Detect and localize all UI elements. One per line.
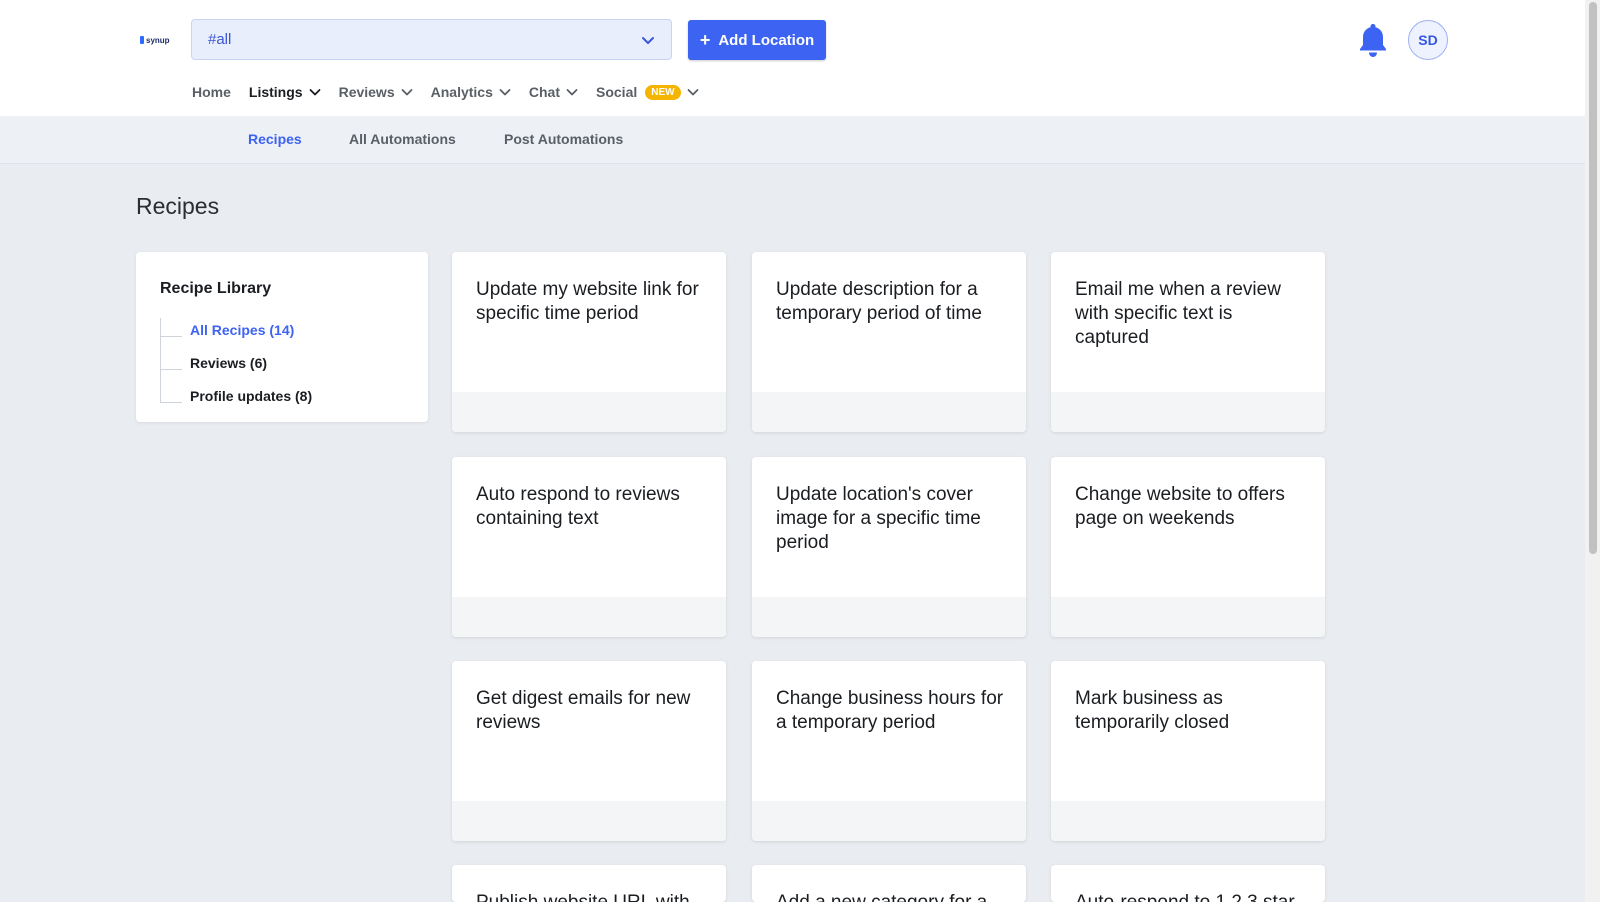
library-item-reviews[interactable]: Reviews (6) xyxy=(190,355,267,371)
chevron-down-icon xyxy=(309,89,320,96)
library-tree-branch xyxy=(160,369,182,370)
recipe-card-title: Auto-respond to 1,2,3 star xyxy=(1075,891,1307,902)
page-scrollbar[interactable] xyxy=(1585,0,1600,902)
chevron-down-icon xyxy=(687,89,698,96)
recipe-card-footer xyxy=(452,801,726,841)
library-tree-line xyxy=(160,318,161,402)
location-select[interactable]: #all xyxy=(191,19,672,60)
recipe-card-title: Change business hours for a temporary pe… xyxy=(776,688,1004,733)
new-badge: NEW xyxy=(645,84,681,100)
nav-analytics[interactable]: Analytics xyxy=(431,84,511,100)
recipe-card-title: Add a new category for a xyxy=(776,891,1008,902)
recipe-card-footer xyxy=(1051,597,1325,637)
notification-bell-icon[interactable] xyxy=(1358,22,1388,58)
recipe-card-footer xyxy=(752,392,1026,432)
nav-listings[interactable]: Listings xyxy=(249,84,321,100)
recipe-card-title: Change website to offers page on weekend… xyxy=(1075,484,1285,529)
recipe-library-panel: Recipe Library All Recipes (14) Reviews … xyxy=(136,252,428,422)
recipe-card[interactable]: Auto respond to reviews containing text xyxy=(452,457,726,637)
nav-social[interactable]: Social NEW xyxy=(596,84,699,100)
library-item-profile-updates[interactable]: Profile updates (8) xyxy=(190,388,312,404)
chevron-down-icon xyxy=(642,36,654,44)
recipe-card[interactable]: Get digest emails for new reviews xyxy=(452,661,726,841)
nav-home-label: Home xyxy=(192,84,231,100)
nav-reviews[interactable]: Reviews xyxy=(339,84,413,100)
recipe-card-footer xyxy=(752,597,1026,637)
plus-icon: + xyxy=(699,30,711,50)
page-title: Recipes xyxy=(136,193,220,219)
recipe-card-footer xyxy=(452,392,726,432)
main-nav: Home Listings Reviews Analytics Chat Soc… xyxy=(192,80,717,104)
logo-mark-icon xyxy=(140,36,144,44)
library-item-all-recipes[interactable]: All Recipes (14) xyxy=(190,322,294,338)
nav-listings-label: Listings xyxy=(248,84,303,100)
recipe-card[interactable]: Email me when a review with specific tex… xyxy=(1051,252,1325,432)
recipe-card[interactable]: Add a new category for a xyxy=(752,865,1026,902)
recipe-card-title: Update my website link for specific time… xyxy=(476,279,699,324)
recipe-card[interactable]: Update location's cover image for a spec… xyxy=(752,457,1026,637)
recipe-card[interactable]: Auto-respond to 1,2,3 star xyxy=(1051,865,1325,902)
logo-text: synup xyxy=(146,35,170,45)
top-header: synup #all + Add Location SD Home Listin… xyxy=(0,0,1585,116)
recipe-card-title: Email me when a review with specific tex… xyxy=(1075,279,1281,348)
location-select-value: #all xyxy=(208,31,232,48)
nav-reviews-label: Reviews xyxy=(338,84,395,100)
nav-chat-label: Chat xyxy=(528,84,560,100)
recipe-card-footer xyxy=(752,801,1026,841)
recipe-card[interactable]: Change business hours for a temporary pe… xyxy=(752,661,1026,841)
nav-analytics-label: Analytics xyxy=(430,84,493,100)
tab-recipes[interactable]: Recipes xyxy=(248,131,302,147)
recipe-card-title: Publish website URL with xyxy=(476,891,708,902)
chevron-down-icon xyxy=(401,89,413,96)
avatar-initials: SD xyxy=(1418,32,1438,48)
add-location-button[interactable]: + Add Location xyxy=(688,20,826,60)
automation-subnav: Recipes All Automations Post Automations xyxy=(0,116,1585,164)
nav-home[interactable]: Home xyxy=(192,84,231,100)
user-avatar[interactable]: SD xyxy=(1408,20,1448,60)
recipe-card[interactable]: Update description for a temporary perio… xyxy=(752,252,1026,432)
recipe-card-title: Get digest emails for new reviews xyxy=(476,688,691,733)
tab-post-automations[interactable]: Post Automations xyxy=(504,131,623,147)
recipe-card[interactable]: Publish website URL with xyxy=(452,865,726,902)
library-tree-branch xyxy=(160,402,182,403)
add-location-label: Add Location xyxy=(718,31,815,49)
recipe-card-footer xyxy=(452,597,726,637)
recipe-card[interactable]: Update my website link for specific time… xyxy=(452,252,726,432)
recipe-card-footer xyxy=(1051,392,1325,432)
chevron-down-icon xyxy=(566,89,578,96)
recipe-card-footer xyxy=(1051,801,1325,841)
library-tree-branch xyxy=(160,336,182,337)
recipe-card-title: Update location's cover image for a spec… xyxy=(776,484,981,553)
recipe-card-title: Mark business as temporarily closed xyxy=(1075,688,1230,733)
nav-social-label: Social xyxy=(596,84,638,100)
recipe-library-title: Recipe Library xyxy=(160,280,272,297)
recipe-card-title: Update description for a temporary perio… xyxy=(776,279,982,324)
nav-chat[interactable]: Chat xyxy=(529,84,578,100)
tab-all-automations[interactable]: All Automations xyxy=(349,131,456,147)
recipe-card-title: Auto respond to reviews containing text xyxy=(476,484,680,529)
recipe-card[interactable]: Mark business as temporarily closed xyxy=(1051,661,1325,841)
chevron-down-icon xyxy=(499,89,511,96)
scrollbar-thumb[interactable] xyxy=(1589,2,1597,554)
synup-logo[interactable]: synup xyxy=(140,33,170,47)
recipe-card[interactable]: Change website to offers page on weekend… xyxy=(1051,457,1325,637)
